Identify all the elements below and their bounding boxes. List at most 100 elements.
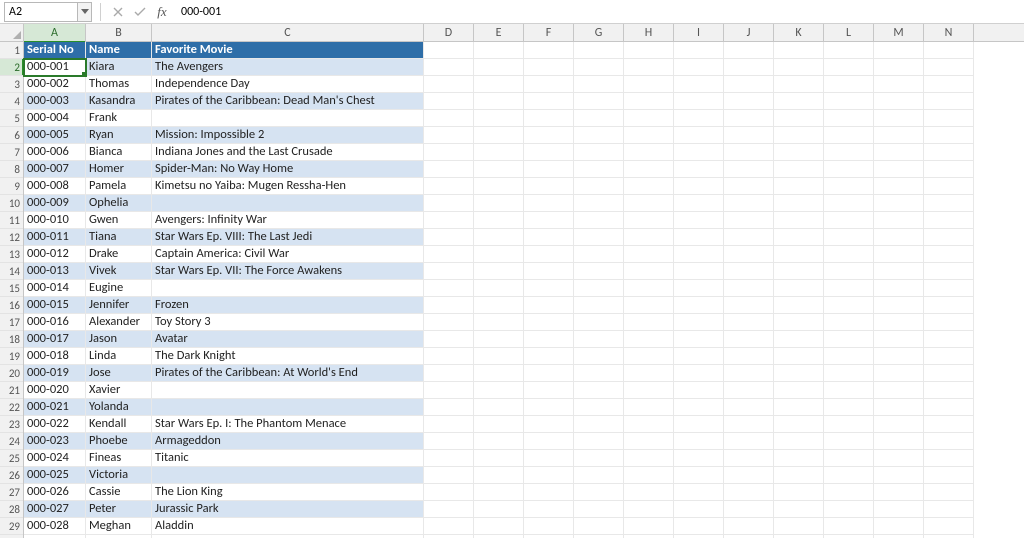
cell-C4[interactable]: Pirates of the Caribbean: Dead Man's Che… [152, 93, 424, 110]
cell-A12[interactable]: 000-011 [24, 229, 86, 246]
column-header-D[interactable]: D [424, 24, 474, 42]
cell-D11[interactable] [424, 212, 474, 229]
cell-K23[interactable] [774, 416, 824, 433]
cell-H29[interactable] [624, 518, 674, 535]
cell-I3[interactable] [674, 76, 724, 93]
cell-C25[interactable]: Titanic [152, 450, 424, 467]
cell-G10[interactable] [574, 195, 624, 212]
column-header-K[interactable]: K [774, 24, 824, 42]
cell-D22[interactable] [424, 399, 474, 416]
cell-E22[interactable] [474, 399, 524, 416]
cell-F2[interactable] [524, 59, 574, 76]
cell-J16[interactable] [724, 297, 774, 314]
cell-H22[interactable] [624, 399, 674, 416]
cell-F17[interactable] [524, 314, 574, 331]
cell-F28[interactable] [524, 501, 574, 518]
cell-I14[interactable] [674, 263, 724, 280]
cell-A16[interactable]: 000-015 [24, 297, 86, 314]
cell-K3[interactable] [774, 76, 824, 93]
cell-L3[interactable] [824, 76, 874, 93]
cell-I12[interactable] [674, 229, 724, 246]
cell-H3[interactable] [624, 76, 674, 93]
cell-D5[interactable] [424, 110, 474, 127]
cell-K12[interactable] [774, 229, 824, 246]
cell-G23[interactable] [574, 416, 624, 433]
cell-H21[interactable] [624, 382, 674, 399]
cell-D6[interactable] [424, 127, 474, 144]
column-header-M[interactable]: M [874, 24, 924, 42]
cell-D25[interactable] [424, 450, 474, 467]
cell-C28[interactable]: Jurassic Park [152, 501, 424, 518]
cell-H19[interactable] [624, 348, 674, 365]
cell-A24[interactable]: 000-023 [24, 433, 86, 450]
cell-J19[interactable] [724, 348, 774, 365]
cell-M12[interactable] [874, 229, 924, 246]
column-header-G[interactable]: G [574, 24, 624, 42]
cell-J8[interactable] [724, 161, 774, 178]
row-header-13[interactable]: 13 [0, 246, 23, 263]
cell-G27[interactable] [574, 484, 624, 501]
cell-F14[interactable] [524, 263, 574, 280]
cell-K11[interactable] [774, 212, 824, 229]
cell-B4[interactable]: Kasandra [86, 93, 152, 110]
cell-B9[interactable]: Pamela [86, 178, 152, 195]
cell-E7[interactable] [474, 144, 524, 161]
row-header-21[interactable]: 21 [0, 382, 23, 399]
cell-L9[interactable] [824, 178, 874, 195]
cell-J29[interactable] [724, 518, 774, 535]
cell-K29[interactable] [774, 518, 824, 535]
cell-G20[interactable] [574, 365, 624, 382]
cell-L24[interactable] [824, 433, 874, 450]
cell-L14[interactable] [824, 263, 874, 280]
cell-D20[interactable] [424, 365, 474, 382]
cell-G16[interactable] [574, 297, 624, 314]
cell-E29[interactable] [474, 518, 524, 535]
column-header-B[interactable]: B [86, 24, 152, 42]
cell-B21[interactable]: Xavier [86, 382, 152, 399]
cell-E16[interactable] [474, 297, 524, 314]
cell-H5[interactable] [624, 110, 674, 127]
cell-C23[interactable]: Star Wars Ep. I: The Phantom Menace [152, 416, 424, 433]
cell-K24[interactable] [774, 433, 824, 450]
cell-E19[interactable] [474, 348, 524, 365]
cell-C9[interactable]: Kimetsu no Yaiba: Mugen Ressha-Hen [152, 178, 424, 195]
cell-H6[interactable] [624, 127, 674, 144]
row-header-10[interactable]: 10 [0, 195, 23, 212]
cell-H16[interactable] [624, 297, 674, 314]
cell-M11[interactable] [874, 212, 924, 229]
cell-E3[interactable] [474, 76, 524, 93]
row-header-29[interactable]: 29 [0, 518, 23, 535]
cell-H18[interactable] [624, 331, 674, 348]
cell-F23[interactable] [524, 416, 574, 433]
cell-I15[interactable] [674, 280, 724, 297]
enter-button[interactable] [131, 3, 149, 21]
cell-K19[interactable] [774, 348, 824, 365]
cell-J7[interactable] [724, 144, 774, 161]
cell-B27[interactable]: Cassie [86, 484, 152, 501]
cell-H17[interactable] [624, 314, 674, 331]
cell-A8[interactable]: 000-007 [24, 161, 86, 178]
cell-N12[interactable] [924, 229, 974, 246]
cell-L28[interactable] [824, 501, 874, 518]
column-header-H[interactable]: H [624, 24, 674, 42]
cell-M10[interactable] [874, 195, 924, 212]
cell-N11[interactable] [924, 212, 974, 229]
row-header-12[interactable]: 12 [0, 229, 23, 246]
row-header-3[interactable]: 3 [0, 76, 23, 93]
cell-D21[interactable] [424, 382, 474, 399]
row-header-25[interactable]: 25 [0, 450, 23, 467]
cell-H10[interactable] [624, 195, 674, 212]
name-box-dropdown[interactable] [78, 2, 92, 22]
cell-C18[interactable]: Avatar [152, 331, 424, 348]
cell-A14[interactable]: 000-013 [24, 263, 86, 280]
cell-H25[interactable] [624, 450, 674, 467]
cell-J20[interactable] [724, 365, 774, 382]
cell-J12[interactable] [724, 229, 774, 246]
cell-A17[interactable]: 000-016 [24, 314, 86, 331]
cell-K7[interactable] [774, 144, 824, 161]
cell-N7[interactable] [924, 144, 974, 161]
cell-H15[interactable] [624, 280, 674, 297]
cell-F20[interactable] [524, 365, 574, 382]
cell-J28[interactable] [724, 501, 774, 518]
cell-G7[interactable] [574, 144, 624, 161]
